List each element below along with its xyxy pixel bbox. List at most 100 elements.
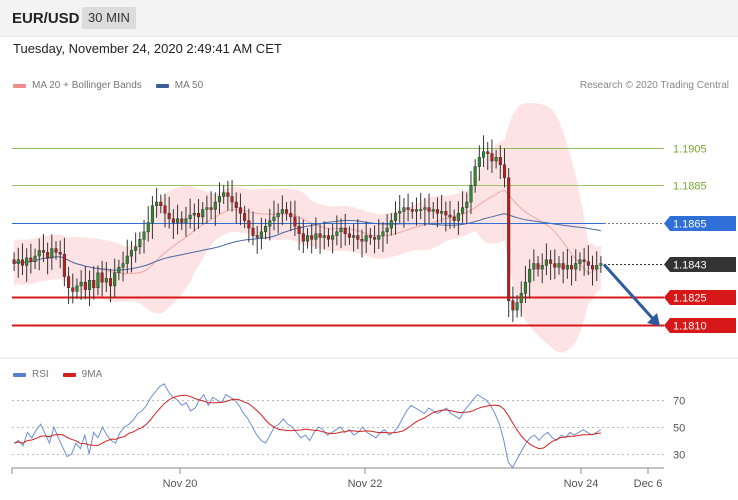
- candle-body: [276, 212, 280, 218]
- candle-body: [280, 209, 284, 214]
- candle-body: [196, 212, 201, 218]
- candle-body: [33, 255, 37, 262]
- candle-body: [230, 196, 234, 203]
- candle-body: [75, 285, 79, 292]
- candle-body: [188, 214, 192, 220]
- candle-body: [373, 237, 377, 240]
- candle-body: [50, 248, 54, 259]
- candle-body: [465, 201, 469, 208]
- candle-body: [146, 222, 150, 233]
- candle-body: [519, 293, 523, 303]
- candle-body: [473, 166, 477, 186]
- candle-body: [62, 253, 66, 277]
- candle-body: [385, 227, 389, 233]
- level-tag-text: 1.1843: [673, 260, 707, 272]
- candle-body: [87, 280, 92, 290]
- level-tag-text: 1.1810: [673, 321, 707, 333]
- candle-body: [486, 151, 490, 154]
- candle-body: [37, 250, 41, 257]
- candle-body: [264, 226, 268, 233]
- forecast-arrow-shaft: [602, 263, 656, 322]
- candle-body: [305, 235, 310, 242]
- candle-body: [549, 259, 553, 264]
- candle-body: [192, 212, 196, 216]
- candle-body: [54, 248, 58, 253]
- candle-body: [544, 259, 548, 266]
- candle-body: [578, 259, 582, 264]
- candle-body: [494, 157, 498, 162]
- candle-body: [435, 209, 439, 214]
- candle-body: [448, 214, 452, 218]
- candle-body: [213, 201, 217, 210]
- candle-body: [322, 235, 326, 238]
- candle-body: [100, 272, 104, 283]
- candle-body: [423, 207, 427, 210]
- candle-body: [389, 220, 393, 229]
- candle-body: [284, 209, 289, 214]
- candle-body: [461, 207, 465, 214]
- candle-body: [29, 257, 33, 262]
- candle-body: [12, 259, 16, 264]
- candle-body: [477, 157, 481, 167]
- candle-body: [20, 259, 25, 266]
- candle-body: [364, 235, 368, 242]
- candle-body: [511, 300, 515, 311]
- candle-body: [301, 233, 305, 242]
- candle-body: [515, 302, 519, 311]
- rsi-tick-50: 50: [673, 423, 685, 435]
- candle-body: [498, 157, 502, 166]
- candle-body: [58, 252, 62, 255]
- candle-body: [523, 281, 528, 294]
- candle-body: [398, 211, 402, 214]
- candle-body: [356, 235, 360, 240]
- candle-body: [167, 212, 171, 220]
- x-tick-label: Nov 20: [163, 478, 198, 490]
- candle-body: [507, 177, 511, 302]
- candle-body: [377, 235, 381, 240]
- candle-body: [440, 211, 444, 214]
- candle-body: [121, 263, 125, 268]
- rsi-tick-70: 70: [673, 396, 685, 408]
- candle-body: [251, 227, 255, 236]
- candle-body: [71, 287, 75, 292]
- candle-body: [67, 276, 71, 288]
- candle-body: [205, 207, 209, 210]
- candle-body: [352, 235, 356, 238]
- candle-body: [226, 192, 230, 197]
- candle-body: [209, 207, 213, 210]
- candle-body: [176, 218, 180, 223]
- candle-body: [469, 185, 473, 203]
- candle-body: [381, 231, 385, 236]
- candle-body: [331, 235, 335, 240]
- candle-body: [79, 281, 83, 287]
- candle-body: [138, 239, 142, 247]
- candle-body: [289, 212, 293, 218]
- candle-body: [297, 226, 301, 234]
- candle-body: [310, 235, 314, 240]
- candle-body: [536, 263, 540, 270]
- candle-body: [83, 281, 87, 290]
- candle-body: [586, 261, 590, 266]
- candle-body: [108, 278, 113, 287]
- candle-body: [540, 265, 544, 270]
- candle-body: [201, 209, 205, 218]
- candle-body: [452, 216, 456, 221]
- rsi-9ma-line: [14, 394, 601, 450]
- candle-body: [553, 263, 557, 268]
- rsi-tick-30: 30: [673, 450, 685, 462]
- candle-body: [184, 218, 188, 223]
- candle-body: [255, 235, 259, 238]
- candle-body: [96, 272, 100, 288]
- level-tag-text: 1.1865: [673, 219, 707, 231]
- candle-body: [335, 231, 339, 236]
- level-tag-1-1865: 1.1865: [664, 216, 736, 231]
- candle-body: [326, 235, 331, 240]
- candle-body: [171, 218, 175, 223]
- candle-body: [393, 212, 398, 221]
- x-tick-label: Dec 6: [634, 478, 663, 490]
- candle-body: [238, 207, 242, 214]
- candle-body: [259, 231, 263, 238]
- candle-body: [46, 252, 50, 259]
- candle-body: [427, 207, 431, 212]
- price-chart[interactable]: 1.1905 1.1885 1.1865 1.1843 1.1825 1.1810 30 50…: [0, 0, 738, 500]
